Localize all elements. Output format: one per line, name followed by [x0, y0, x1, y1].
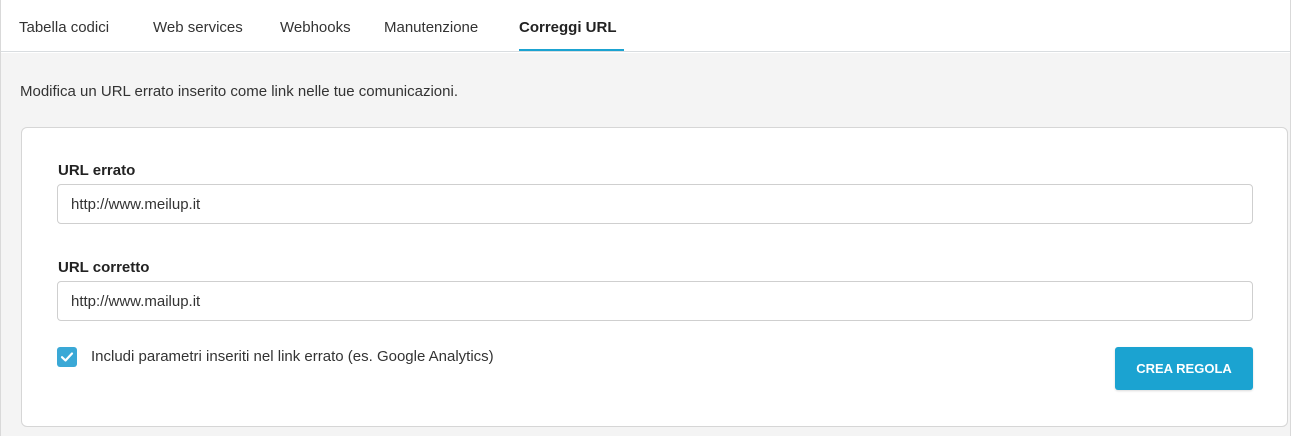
- correct-url-label: URL corretto: [58, 259, 150, 276]
- wrong-url-label: URL errato: [58, 162, 136, 179]
- tab-manutenzione[interactable]: Manutenzione: [384, 19, 478, 37]
- page-description: Modifica un URL errato inserito come lin…: [20, 83, 458, 100]
- main-content: Modifica un URL errato inserito come lin…: [1, 53, 1290, 436]
- correct-url-input[interactable]: [57, 281, 1253, 321]
- include-params-checkbox[interactable]: [57, 347, 77, 367]
- tab-bar: Tabella codici Web services Webhooks Man…: [1, 0, 1290, 52]
- app-frame: Tabella codici Web services Webhooks Man…: [0, 0, 1291, 436]
- active-tab-indicator: [519, 49, 624, 51]
- wrong-url-input[interactable]: [57, 184, 1253, 224]
- tab-tabella-codici[interactable]: Tabella codici: [19, 19, 109, 37]
- tab-webhooks[interactable]: Webhooks: [280, 19, 351, 37]
- include-params-label: Includi parametri inseriti nel link erra…: [91, 348, 494, 365]
- tab-correggi-url[interactable]: Correggi URL: [519, 19, 617, 37]
- create-rule-button[interactable]: CREA REGOLA: [1115, 347, 1253, 390]
- check-icon: [60, 352, 74, 362]
- tab-web-services[interactable]: Web services: [153, 19, 243, 37]
- url-correction-form: URL errato URL corretto Includi parametr…: [21, 127, 1288, 427]
